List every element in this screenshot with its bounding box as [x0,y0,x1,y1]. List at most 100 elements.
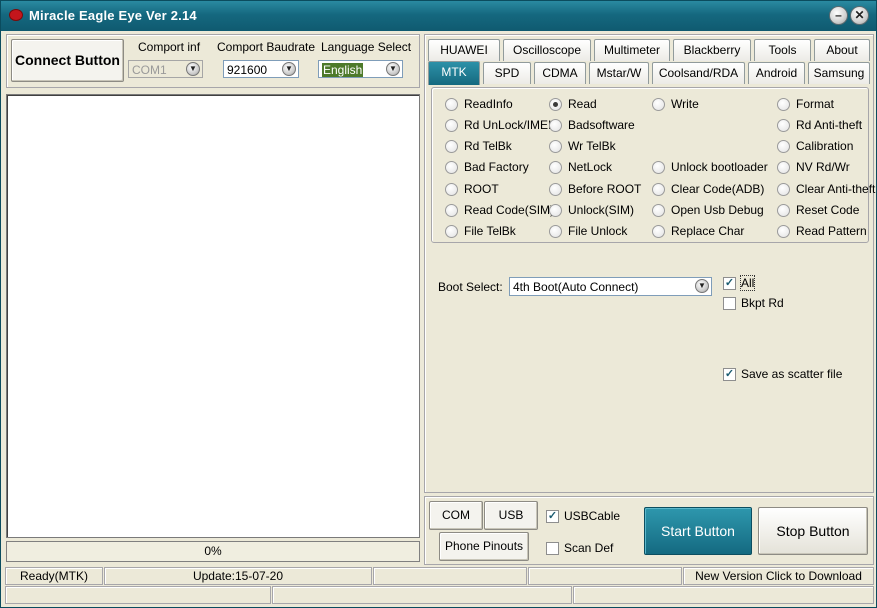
option-label: Bad Factory [464,160,529,174]
option-radio-wr-telbk[interactable]: Wr TelBk [549,139,616,153]
status-row2-cell-1 [5,586,271,604]
radio-circle-icon [445,118,458,132]
radio-circle-icon [445,182,458,196]
boot-select[interactable]: 4th Boot(Auto Connect) ▼ [509,277,712,296]
tab-blackberry[interactable]: Blackberry [673,39,751,61]
baudrate-select[interactable]: 921600 ▼ [223,60,299,78]
comport-select[interactable]: COM1 ▼ [128,60,203,78]
stop-button[interactable]: Stop Button [758,507,868,555]
all-checkbox[interactable]: ✓ All [723,275,756,291]
option-radio-root[interactable]: ROOT [445,182,499,196]
option-radio-read[interactable]: Read [549,97,597,111]
boot-select-value: 4th Boot(Auto Connect) [513,280,639,294]
chevron-down-icon[interactable]: ▼ [186,62,200,76]
baudrate-label: Comport Baudrate [217,40,316,54]
start-button[interactable]: Start Button [644,507,752,555]
com-scan-button[interactable]: COM Scan [429,501,483,549]
option-label: Rd UnLock/IMEI [464,118,552,132]
option-radio-replace-char[interactable]: Replace Char [652,224,744,238]
connect-button[interactable]: Connect Button [11,39,124,82]
tab-spd[interactable]: SPD [483,62,531,84]
window-title: Miracle Eagle Eye Ver 2.14 [29,8,197,23]
tab-huawei[interactable]: HUAWEI [428,39,500,61]
title-bar[interactable]: Miracle Eagle Eye Ver 2.14 – ✕ [1,1,876,31]
checkbox-check-icon: ✓ [723,367,736,381]
tab-samsung[interactable]: Samsung [808,62,870,84]
option-label: Unlock(SIM) [568,203,635,217]
save-scatter-checkbox[interactable]: ✓ Save as scatter file [723,367,842,381]
phone-pinouts-button[interactable]: Phone Pinouts [439,532,529,561]
option-label: NetLock [568,160,613,174]
option-radio-unlock-sim[interactable]: Unlock(SIM) [549,203,634,217]
radio-circle-icon [549,203,562,217]
option-label: Rd Anti-theft [796,118,863,132]
radio-circle-icon [549,182,562,196]
status-row2-cell-3 [573,586,874,604]
option-radio-rd-anti-theft[interactable]: Rd Anti-theft [777,118,862,132]
option-radio-bad-factory[interactable]: Bad Factory [445,160,529,174]
comport-label: Comport inf [138,40,201,54]
option-label: Before ROOT [568,182,642,196]
app-window: Miracle Eagle Eye Ver 2.14 – ✕ Connect B… [0,0,877,608]
boot-select-label: Boot Select: [438,280,503,294]
minimize-icon[interactable]: – [829,6,848,25]
usb-cable-checkbox[interactable]: ✓ USBCable [546,509,620,523]
option-label: Read [568,97,597,111]
option-radio-read-code-sim[interactable]: Read Code(SIM) [445,203,554,217]
tab-coolsand-rda[interactable]: Coolsand/RDA [652,62,745,84]
tab-mstar[interactable]: Mstar/W [589,62,649,84]
option-radio-file-telbk[interactable]: File TelBk [445,224,516,238]
option-radio-file-unlock[interactable]: File Unlock [549,224,627,238]
option-radio-clear-anti-theft[interactable]: Clear Anti-theft [777,182,875,196]
baudrate-value: 921600 [227,63,268,77]
option-radio-format[interactable]: Format [777,97,834,111]
option-radio-rd-unlock-imei[interactable]: Rd UnLock/IMEI [445,118,551,132]
option-label: Format [796,97,835,111]
language-select[interactable]: English ▼ [318,60,403,78]
option-radio-open-usb-debug[interactable]: Open Usb Debug [652,203,764,217]
close-icon[interactable]: ✕ [850,6,869,25]
option-radio-badsoftware[interactable]: Badsoftware [549,118,635,132]
option-label: Rd TelBk [464,139,512,153]
option-radio-reset-code[interactable]: Reset Code [777,203,859,217]
chevron-down-icon[interactable]: ▼ [282,62,296,76]
option-radio-before-root[interactable]: Before ROOT [549,182,641,196]
bkpt-rd-checkbox[interactable]: Bkpt Rd [723,296,784,310]
tab-mtk[interactable]: MTK [428,61,480,85]
scan-def-checkbox[interactable]: Scan Def [546,541,613,555]
option-radio-rd-telbk[interactable]: Rd TelBk [445,139,512,153]
option-radio-nv-rd-wr[interactable]: NV Rd/Wr [777,160,850,174]
tab-tools[interactable]: Tools [754,39,811,61]
usb-scan-button[interactable]: USB Scan [484,501,538,549]
status-new-version-link[interactable]: New Version Click to Download [683,567,874,585]
option-radio-netlock[interactable]: NetLock [549,160,612,174]
option-label: Clear Code(ADB) [671,182,765,196]
option-radio-write[interactable]: Write [652,97,699,111]
checkbox-box [723,296,736,310]
radio-circle-icon [445,160,458,174]
tab-about[interactable]: About [814,39,870,61]
checkbox-check-icon: ✓ [546,509,559,523]
option-label: File TelBk [464,224,516,238]
eagle-eye-icon [9,9,23,21]
log-output-area[interactable] [6,94,420,538]
status-ready: Ready(MTK) [5,567,103,585]
option-label: Clear Anti-theft [796,182,876,196]
option-label: Badsoftware [568,118,635,132]
usb-cable-label: USBCable [564,509,621,523]
option-label: Reset Code [796,203,860,217]
option-radio-readinfo[interactable]: ReadInfo [445,97,513,111]
radio-circle-icon [549,97,562,111]
option-radio-clear-code-adb[interactable]: Clear Code(ADB) [652,182,764,196]
chevron-down-icon[interactable]: ▼ [695,279,709,293]
option-radio-calibration[interactable]: Calibration [777,139,853,153]
tab-cdma[interactable]: CDMA [534,62,586,84]
tab-android[interactable]: Android [748,62,805,84]
option-radio-read-pattern[interactable]: Read Pattern [777,224,867,238]
radio-circle-icon [777,118,790,132]
chevron-down-icon[interactable]: ▼ [386,62,400,76]
language-value: English [322,63,364,77]
tab-oscilloscope[interactable]: Oscilloscope [503,39,591,61]
tab-multimeter[interactable]: Multimeter [594,39,670,61]
option-radio-unlock-bootloader[interactable]: Unlock bootloader [652,160,768,174]
